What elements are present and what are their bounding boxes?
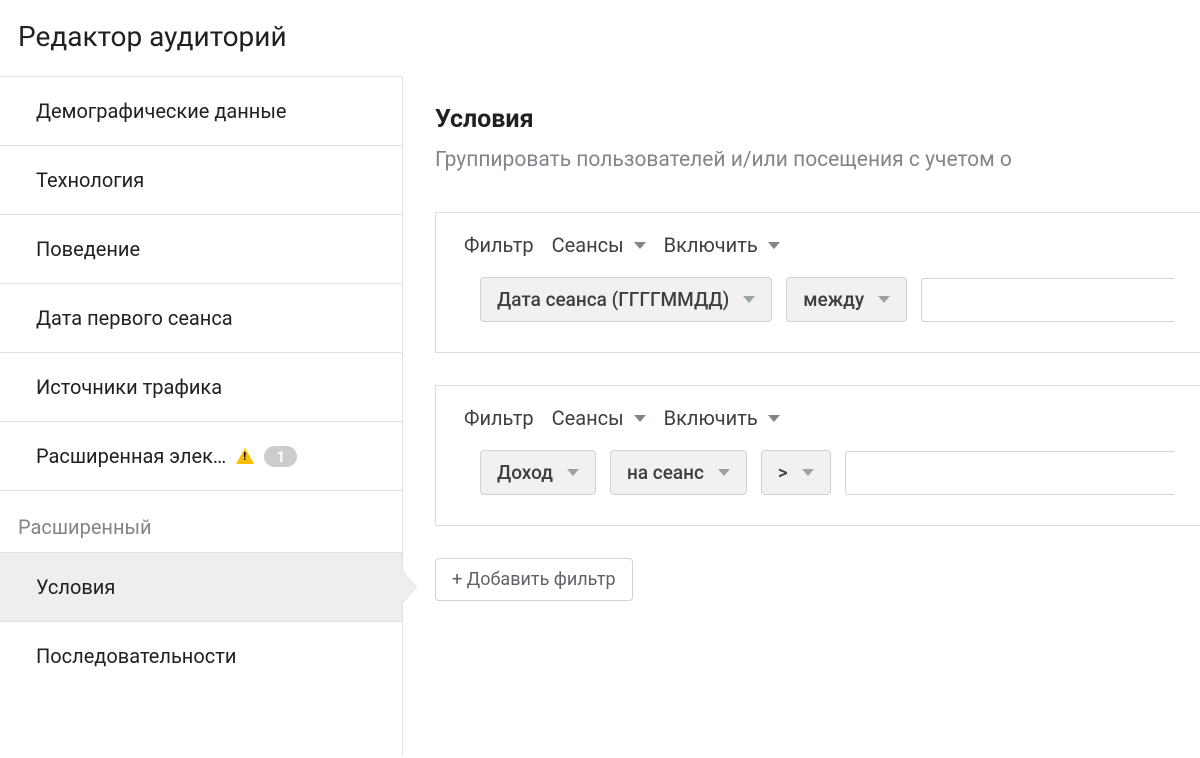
filter-mode-value: Включить	[664, 233, 758, 257]
section-title: Условия	[435, 105, 1200, 134]
sidebar: Демографические данные Технология Поведе…	[0, 77, 402, 755]
sidebar-item-label: Последовательности	[36, 644, 236, 668]
filter-value-input[interactable]	[921, 278, 1174, 322]
chip-label: >	[778, 461, 788, 484]
caret-down-icon	[768, 415, 780, 422]
sidebar-group-label: Расширенный	[0, 491, 402, 553]
section-subtitle: Группировать пользователей и/или посещен…	[435, 148, 1200, 172]
filter-value-input[interactable]	[845, 451, 1174, 495]
filter-label: Фильтр	[464, 406, 534, 430]
sidebar-item-label: Источники трафика	[36, 375, 222, 399]
chip-label: между	[803, 288, 864, 311]
filter-body: Дата сеанса (ГГГГММДД) между	[436, 277, 1200, 352]
operator-chip[interactable]: между	[786, 277, 907, 322]
filter-mode-value: Включить	[664, 406, 758, 430]
filter-scope-value: Сеансы	[552, 233, 624, 257]
caret-down-icon	[567, 469, 579, 476]
sidebar-item-conditions[interactable]: Условия	[0, 552, 402, 622]
warning-icon	[236, 448, 254, 464]
filter-mode-dropdown[interactable]: Включить	[664, 233, 780, 257]
sidebar-item-traffic-sources[interactable]: Источники трафика	[0, 352, 402, 422]
sidebar-item-enhanced-ecommerce[interactable]: Расширенная элек… 1	[0, 421, 402, 491]
scope-chip[interactable]: на сеанс	[610, 450, 747, 495]
dimension-chip[interactable]: Дата сеанса (ГГГГММДД)	[480, 277, 772, 322]
sidebar-item-label: Расширенная элек…	[36, 444, 226, 468]
count-badge: 1	[264, 446, 297, 467]
caret-down-icon	[768, 242, 780, 249]
filter-body: Доход на сеанс >	[436, 450, 1200, 525]
caret-down-icon	[634, 415, 646, 422]
filter-mode-dropdown[interactable]: Включить	[664, 406, 780, 430]
chip-label: Доход	[497, 461, 553, 484]
filter-header: Фильтр Сеансы Включить	[436, 213, 1200, 277]
sidebar-item-label: Условия	[36, 575, 115, 599]
filter-block: Фильтр Сеансы Включить Доход на сеанс	[435, 385, 1200, 526]
sidebar-item-label: Технология	[36, 168, 144, 192]
caret-down-icon	[802, 469, 814, 476]
filter-scope-dropdown[interactable]: Сеансы	[552, 233, 646, 257]
filter-header: Фильтр Сеансы Включить	[436, 386, 1200, 450]
sidebar-item-label: Поведение	[36, 237, 140, 261]
sidebar-item-label: Дата первого сеанса	[36, 306, 233, 330]
caret-down-icon	[878, 296, 890, 303]
filter-block: Фильтр Сеансы Включить Дата сеанса (ГГГГ…	[435, 212, 1200, 353]
caret-down-icon	[718, 469, 730, 476]
sidebar-item-label: Демографические данные	[36, 99, 286, 123]
main-panel: Условия Группировать пользователей и/или…	[402, 77, 1200, 755]
metric-chip[interactable]: Доход	[480, 450, 596, 495]
sidebar-item-demographics[interactable]: Демографические данные	[0, 76, 402, 146]
sidebar-item-technology[interactable]: Технология	[0, 145, 402, 215]
chip-label: Дата сеанса (ГГГГММДД)	[497, 288, 729, 311]
sidebar-item-first-session-date[interactable]: Дата первого сеанса	[0, 283, 402, 353]
filter-label: Фильтр	[464, 233, 534, 257]
caret-down-icon	[634, 242, 646, 249]
filter-scope-value: Сеансы	[552, 406, 624, 430]
sidebar-item-sequences[interactable]: Последовательности	[0, 621, 402, 690]
chip-label: на сеанс	[627, 461, 704, 484]
caret-down-icon	[743, 296, 755, 303]
filter-scope-dropdown[interactable]: Сеансы	[552, 406, 646, 430]
page-title: Редактор аудиторий	[0, 0, 1200, 77]
add-filter-button[interactable]: + Добавить фильтр	[435, 558, 633, 601]
sidebar-item-behavior[interactable]: Поведение	[0, 214, 402, 284]
comparison-chip[interactable]: >	[761, 450, 831, 495]
